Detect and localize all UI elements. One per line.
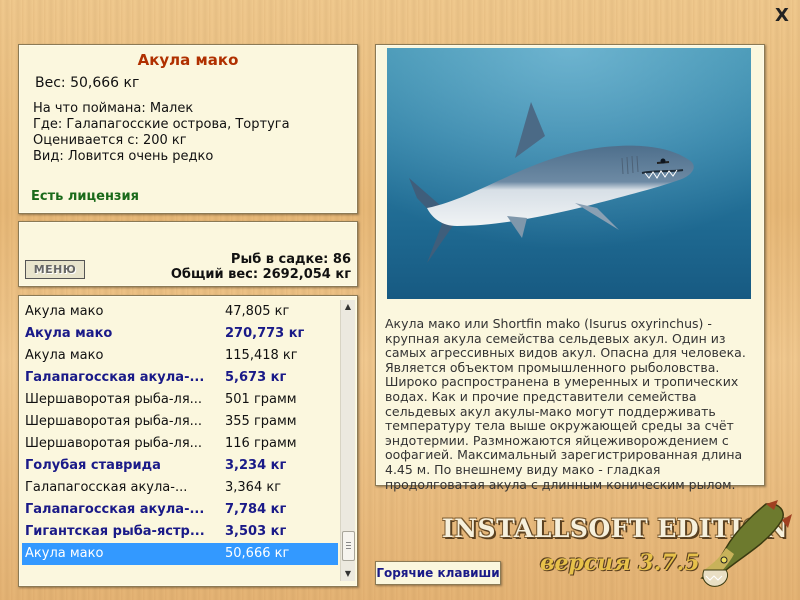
keepnet-stats: Рыб в садке: 86 Общий вес: 2692,054 кг	[171, 252, 351, 282]
scroll-up-arrow-icon[interactable]: ▲	[341, 300, 355, 314]
catch-fish-weight: 47,805 кг	[225, 304, 290, 319]
catch-fish-name: Шершаворотая рыба-ля...	[25, 414, 203, 429]
catch-fish-weight: 501 грамм	[225, 392, 297, 407]
fish-info-panel: Акула мако Вес: 50,666 кг На что поймана…	[18, 44, 358, 214]
fish-details: На что поймана: Малек Где: Галапагосские…	[33, 101, 357, 165]
catch-fish-name: Галапагосская акула-...	[25, 480, 188, 495]
catch-fish-name: Акула мако	[25, 326, 113, 341]
close-button[interactable]: X	[772, 6, 792, 26]
catch-fish-name: Гигантская рыба-ястр...	[25, 524, 205, 539]
catch-fish-name: Акула мако	[25, 304, 104, 319]
catch-fish-weight: 116 грамм	[225, 436, 297, 451]
fish-description: Акула мако или Shortfin mako (Isurus oxy…	[385, 316, 746, 492]
scrollbar[interactable]: ▲ ▼	[340, 300, 355, 581]
catch-list-row[interactable]: Акула мако 50,666 кг	[22, 543, 338, 565]
catch-fish-name: Шершаворотая рыба-ля...	[25, 436, 203, 451]
description-panel: Акула мако или Shortfin mako (Isurus oxy…	[375, 44, 765, 491]
catch-list-row[interactable]: Акула мако 47,805 кг	[22, 301, 338, 323]
total-weight: Общий вес: 2692,054 кг	[170, 267, 351, 282]
catch-list-row[interactable]: Галапагосская акула-... 3,364 кг	[22, 477, 338, 499]
catch-fish-weight: 50,666 кг	[225, 546, 290, 561]
catch-list-row[interactable]: Галапагосская акула-... 5,673 кг	[22, 367, 338, 389]
fish-title: Акула мако	[137, 51, 239, 69]
fish-weight: Вес: 50,666 кг	[35, 75, 140, 91]
catch-fish-name: Галапагосская акула-...	[25, 502, 205, 517]
catch-fish-weight: 3,503 кг	[225, 524, 287, 539]
keepnet-stats-panel: МЕНЮ Рыб в садке: 86 Общий вес: 2692,054…	[18, 221, 358, 287]
catch-fish-weight: 3,234 кг	[225, 458, 287, 473]
catch-fish-weight: 5,673 кг	[225, 370, 287, 385]
catch-list-rows: Акула мако 47,805 кг Акула мако 270,773 кг А…	[22, 301, 338, 565]
catch-list-row[interactable]: Шершаворотая рыба-ля... 355 грамм	[22, 411, 338, 433]
mako-shark-image	[387, 48, 751, 299]
caught-with: На что поймана: Малек	[33, 101, 194, 116]
catch-fish-name: Голубая ставрида	[25, 458, 161, 473]
catch-fish-name: Галапагосская акула-...	[25, 370, 205, 385]
scroll-down-arrow-icon[interactable]: ▼	[341, 567, 355, 581]
catch-list-row[interactable]: Акула мако 270,773 кг	[22, 323, 338, 345]
hotkeys-button[interactable]: Горячие клавиши	[375, 561, 501, 585]
catch-list-row[interactable]: Шершаворотая рыба-ля... 501 грамм	[22, 389, 338, 411]
catch-list-row[interactable]: Голубая ставрида 3,234 кг	[22, 455, 338, 477]
scroll-thumb[interactable]	[342, 531, 355, 561]
catch-fish-name: Шершаворотая рыба-ля...	[25, 392, 203, 407]
species-rarity: Вид: Ловится очень редко	[33, 149, 214, 164]
catch-list-row[interactable]: Акула мако 115,418 кг	[22, 345, 338, 367]
catch-fish-weight: 355 грамм	[225, 414, 297, 429]
shark-photo	[387, 48, 751, 299]
catch-fish-weight: 3,364 кг	[225, 480, 282, 495]
catch-list-row[interactable]: Галапагосская акула-... 7,784 кг	[22, 499, 338, 521]
valued-from: Оценивается с: 200 кг	[33, 133, 187, 148]
license-status: Есть лицензия	[31, 189, 139, 204]
version-label: версия 3.7.5	[540, 550, 700, 576]
pike-fish-icon	[700, 500, 792, 587]
catch-location: Где: Галапагосские острова, Тортуга	[33, 117, 290, 132]
catch-list: Акула мако 47,805 кг Акула мако 270,773 кг А…	[18, 295, 358, 587]
fish-count: Рыб в садке: 86	[230, 252, 351, 267]
catch-fish-weight: 7,784 кг	[225, 502, 287, 517]
catch-list-row[interactable]: Шершаворотая рыба-ля... 116 грамм	[22, 433, 338, 455]
menu-button[interactable]: МЕНЮ	[25, 260, 85, 279]
catch-fish-name: Акула мако	[25, 348, 104, 363]
catch-list-row[interactable]: Гигантская рыба-ястр... 3,503 кг	[22, 521, 338, 543]
catch-fish-weight: 115,418 кг	[225, 348, 298, 363]
catch-fish-weight: 270,773 кг	[225, 326, 305, 341]
catch-fish-name: Акула мако	[25, 546, 104, 561]
